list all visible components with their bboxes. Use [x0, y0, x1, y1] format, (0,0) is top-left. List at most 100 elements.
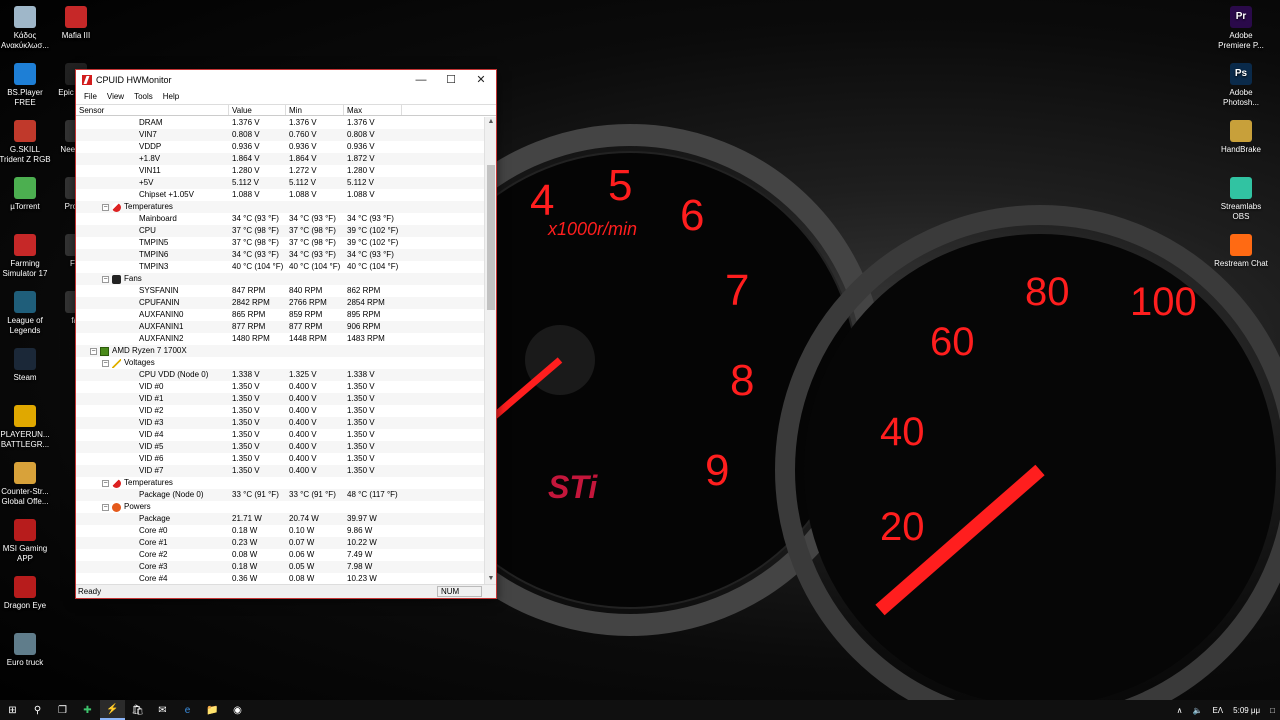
collapse-toggle[interactable]: −: [102, 275, 109, 283]
sensor-row[interactable]: Chipset +1.05V 1.088 V 1.088 V 1.088 V: [76, 189, 486, 201]
header-value[interactable]: Value: [229, 105, 286, 115]
sensor-row[interactable]: TMPIN6 34 °C (93 °F) 34 °C (93 °F) 34 °C (9…: [76, 249, 486, 261]
sensor-row[interactable]: VID #6 1.350 V 0.400 V 1.350 V: [76, 453, 486, 465]
desktop-shortcut[interactable]: Steam: [0, 348, 53, 383]
sensor-group-row[interactable]: − Temperatures: [76, 477, 486, 489]
menu-bar: File View Tools Help: [76, 90, 496, 104]
desktop-shortcut[interactable]: Mafia III: [48, 6, 104, 41]
collapse-toggle[interactable]: −: [90, 347, 97, 355]
desktop-shortcut[interactable]: MSI Gaming APP: [0, 519, 53, 564]
sensor-row[interactable]: VID #5 1.350 V 0.400 V 1.350 V: [76, 441, 486, 453]
sensor-row[interactable]: AUXFANIN1 877 RPM 877 RPM 906 RPM: [76, 321, 486, 333]
menu-help[interactable]: Help: [158, 90, 184, 104]
header-min[interactable]: Min: [286, 105, 344, 115]
taskbar-store[interactable]: 🛍: [125, 700, 150, 720]
sensor-group-row[interactable]: − Powers: [76, 501, 486, 513]
sensor-row[interactable]: Core #1 0.23 W 0.07 W 10.22 W: [76, 537, 486, 549]
sensor-row[interactable]: VIN11 1.280 V 1.272 V 1.280 V: [76, 165, 486, 177]
sensor-row[interactable]: VID #0 1.350 V 0.400 V 1.350 V: [76, 381, 486, 393]
sensor-group-row[interactable]: − Voltages: [76, 357, 486, 369]
desktop-shortcut[interactable]: Counter-Str... Global Offe...: [0, 462, 53, 507]
sensor-row[interactable]: VID #2 1.350 V 0.400 V 1.350 V: [76, 405, 486, 417]
sensor-row[interactable]: +5V 5.112 V 5.112 V 5.112 V: [76, 177, 486, 189]
search-button[interactable]: ⚲: [25, 700, 50, 720]
collapse-toggle[interactable]: −: [102, 203, 109, 211]
sensor-row[interactable]: TMPIN5 37 °C (98 °F) 37 °C (98 °F) 39 °C (1…: [76, 237, 486, 249]
sensor-row[interactable]: Core #0 0.18 W 0.10 W 9.86 W: [76, 525, 486, 537]
desktop-shortcut[interactable]: PLAYERUN... BATTLEGR...: [0, 405, 53, 450]
desktop-shortcut[interactable]: League of Legends: [0, 291, 53, 336]
desktop-shortcut[interactable]: HandBrake: [1213, 120, 1269, 155]
sensor-max: 1.280 V: [347, 166, 375, 175]
sensor-row[interactable]: Core #4 0.36 W 0.08 W 10.23 W: [76, 573, 486, 584]
sensor-group-row[interactable]: − Temperatures: [76, 201, 486, 213]
tray-speaker-icon[interactable]: 🔈: [1187, 706, 1207, 715]
desktop-shortcut[interactable]: Euro truck: [0, 633, 53, 668]
desktop-shortcut[interactable]: Streamlabs OBS: [1213, 177, 1269, 222]
scroll-down-arrow[interactable]: ▼: [485, 574, 497, 584]
taskbar-hwmonitor[interactable]: ⚡: [100, 700, 125, 720]
sensor-row[interactable]: VID #3 1.350 V 0.400 V 1.350 V: [76, 417, 486, 429]
sensor-min: 34 °C (93 °F): [289, 214, 336, 223]
sensor-row[interactable]: VDDP 0.936 V 0.936 V 0.936 V: [76, 141, 486, 153]
desktop-shortcut[interactable]: BS.Player FREE: [0, 63, 53, 108]
taskbar-chrome[interactable]: ◉: [225, 700, 250, 720]
collapse-toggle[interactable]: −: [102, 503, 109, 511]
scrollbar-thumb[interactable]: [487, 165, 495, 310]
sensor-row[interactable]: DRAM 1.376 V 1.376 V 1.376 V: [76, 117, 486, 129]
desktop-shortcut[interactable]: Dragon Eye: [0, 576, 53, 611]
notifications-icon[interactable]: □: [1265, 706, 1280, 715]
start-button[interactable]: ⊞: [0, 700, 25, 720]
menu-view[interactable]: View: [102, 90, 129, 104]
sensor-row[interactable]: VID #1 1.350 V 0.400 V 1.350 V: [76, 393, 486, 405]
scroll-up-arrow[interactable]: ▲: [485, 117, 497, 127]
vertical-scrollbar[interactable]: ▲ ▼: [484, 117, 496, 584]
desktop-shortcut[interactable]: Farming Simulator 17: [0, 234, 53, 279]
menu-file[interactable]: File: [79, 90, 102, 104]
minimize-button[interactable]: —: [406, 70, 436, 90]
sensor-row[interactable]: Mainboard 34 °C (93 °F) 34 °C (93 °F) 34 °C…: [76, 213, 486, 225]
hwmonitor-window[interactable]: CPUID HWMonitor — ☐ ✕ File View Tools He…: [75, 69, 497, 599]
sensor-row[interactable]: AUXFANIN0 865 RPM 859 RPM 895 RPM: [76, 309, 486, 321]
collapse-toggle[interactable]: −: [102, 479, 109, 487]
sensor-row[interactable]: VID #7 1.350 V 0.400 V 1.350 V: [76, 465, 486, 477]
desktop-shortcut[interactable]: Restream Chat: [1213, 234, 1269, 269]
sensor-row[interactable]: TMPIN3 40 °C (104 °F) 40 °C (104 °F) 40 °C …: [76, 261, 486, 273]
tray-network-icon[interactable]: ∧: [1172, 706, 1188, 715]
desktop-shortcut[interactable]: µTorrent: [0, 177, 53, 212]
sensor-group-row[interactable]: − AMD Ryzen 7 1700X: [76, 345, 486, 357]
sensor-row[interactable]: CPU 37 °C (98 °F) 37 °C (98 °F) 39 °C (102 …: [76, 225, 486, 237]
sensor-max: 7.98 W: [347, 562, 373, 571]
taskbar-explorer[interactable]: 📁: [200, 700, 225, 720]
sensor-group-row[interactable]: − Fans: [76, 273, 486, 285]
close-button[interactable]: ✕: [466, 70, 496, 90]
sensor-row[interactable]: VIN7 0.808 V 0.760 V 0.808 V: [76, 129, 486, 141]
language-indicator[interactable]: ΕΛ: [1207, 706, 1228, 715]
taskbar-mail[interactable]: ✉: [150, 700, 175, 720]
sensor-row[interactable]: AUXFANIN2 1480 RPM 1448 RPM 1483 RPM: [76, 333, 486, 345]
sensor-tree[interactable]: DRAM 1.376 V 1.376 V 1.376 V VIN7 0.808 V 0.76…: [76, 117, 486, 584]
sensor-row[interactable]: Package (Node 0) 33 °C (91 °F) 33 °C (91 °…: [76, 489, 486, 501]
sensor-row[interactable]: +1.8V 1.864 V 1.864 V 1.872 V: [76, 153, 486, 165]
desktop-shortcut[interactable]: Κάδος Ανακύκλωσ...: [0, 6, 53, 51]
sensor-row[interactable]: Core #3 0.18 W 0.05 W 7.98 W: [76, 561, 486, 573]
sensor-row[interactable]: Package 21.71 W 20.74 W 39.97 W: [76, 513, 486, 525]
window-titlebar[interactable]: CPUID HWMonitor — ☐ ✕: [76, 70, 496, 90]
menu-tools[interactable]: Tools: [129, 90, 158, 104]
sensor-row[interactable]: CPUFANIN 2842 RPM 2766 RPM 2854 RPM: [76, 297, 486, 309]
header-sensor[interactable]: Sensor: [76, 105, 229, 115]
taskbar-app-1[interactable]: ✚: [75, 700, 100, 720]
clock[interactable]: 5:09 μμ: [1228, 706, 1265, 715]
desktop-shortcut[interactable]: G.SKILL Trident Z RGB: [0, 120, 53, 165]
taskbar-edge[interactable]: e: [175, 700, 200, 720]
sensor-row[interactable]: VID #4 1.350 V 0.400 V 1.350 V: [76, 429, 486, 441]
header-max[interactable]: Max: [344, 105, 402, 115]
desktop-shortcut[interactable]: Ps Adobe Photosh...: [1213, 63, 1269, 108]
desktop-shortcut[interactable]: Pr Adobe Premiere P...: [1213, 6, 1269, 51]
sensor-row[interactable]: SYSFANIN 847 RPM 840 RPM 862 RPM: [76, 285, 486, 297]
sensor-row[interactable]: Core #2 0.08 W 0.06 W 7.49 W: [76, 549, 486, 561]
task-view-button[interactable]: ❐: [50, 700, 75, 720]
collapse-toggle[interactable]: −: [102, 359, 109, 367]
maximize-button[interactable]: ☐: [436, 70, 466, 90]
sensor-row[interactable]: CPU VDD (Node 0) 1.338 V 1.325 V 1.338 V: [76, 369, 486, 381]
